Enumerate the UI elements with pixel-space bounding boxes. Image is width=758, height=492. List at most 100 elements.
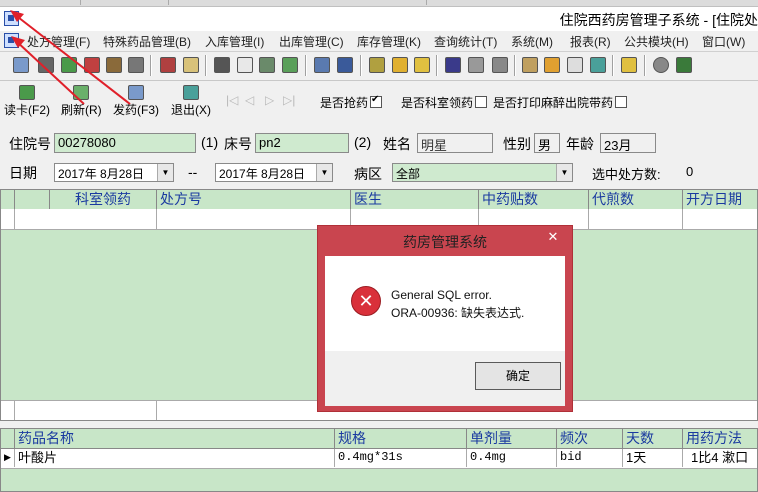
toolbar-clipboard-icon[interactable]: [259, 57, 275, 73]
usage-cell[interactable]: 1比4 漱口: [683, 449, 757, 467]
toolbar-bell-icon[interactable]: [392, 57, 408, 73]
patient-name-label: 姓名: [383, 136, 411, 152]
toolbar-window-icon[interactable]: [337, 57, 353, 73]
grid-cell[interactable]: [15, 401, 157, 420]
dept-drug-checkbox[interactable]: 是否科室领药: [401, 94, 488, 111]
read-card-button[interactable]: 读卡(F2): [4, 85, 50, 118]
menu-system[interactable]: 系统(M): [511, 33, 553, 50]
toolbar-check-icon[interactable]: [61, 57, 77, 73]
header-doctor[interactable]: 医生: [351, 190, 479, 209]
spec-cell[interactable]: 0.4mg*31s: [335, 449, 467, 467]
toolbar-tools-icon[interactable]: [492, 57, 508, 73]
app-icon[interactable]: [4, 11, 19, 26]
header-frequency[interactable]: 频次: [557, 429, 623, 448]
window-tab[interactable]: [80, 0, 169, 5]
toolbar-jar-icon[interactable]: [445, 57, 461, 73]
action-bar: 读卡(F2) 刷新(R) 发药(F3) 退出(X) |◁ ◁ ▷ ▷| 是否抢药…: [0, 81, 758, 121]
chevron-down-icon[interactable]: ▼: [157, 164, 173, 181]
toolbar-print-icon[interactable]: [128, 57, 144, 73]
table-row[interactable]: ▶ 叶酸片 0.4mg*31s 0.4mg bid 1天 1比4 漱口: [1, 449, 757, 469]
toolbar-report-icon[interactable]: [160, 57, 176, 73]
toolbar-document-icon[interactable]: [214, 57, 230, 73]
grid-cell[interactable]: [589, 209, 683, 229]
dialog-body: ✕ General SQL error. ORA-00936: 缺失表达式. 确…: [325, 256, 565, 406]
date-to-picker[interactable]: 2017年 8月28日 ▼: [215, 163, 333, 182]
toolbar-note-icon[interactable]: [414, 57, 430, 73]
header-usage[interactable]: 用药方法: [683, 429, 757, 448]
grab-drug-check-mark[interactable]: [370, 94, 383, 108]
row-indicator-header: [1, 429, 15, 448]
header-spec[interactable]: 规格: [335, 429, 467, 448]
header-prescription-no[interactable]: 处方号: [157, 190, 351, 209]
menu-outbound[interactable]: 出库管理(C): [279, 33, 344, 50]
error-message-line1: General SQL error.: [391, 288, 492, 302]
refresh-button[interactable]: 刷新(R): [61, 85, 102, 118]
ward-value: 全部: [396, 167, 421, 181]
drug-name-cell[interactable]: 叶酸片: [15, 449, 335, 467]
header-decoct-count[interactable]: 代煎数: [589, 190, 683, 209]
drug-detail-grid[interactable]: 药品名称 规格 单剂量 频次 天数 用药方法 ▶ 叶酸片 0.4mg*31s 0…: [0, 428, 758, 492]
toolbar-separator: [436, 55, 438, 76]
menu-window[interactable]: 窗口(W): [702, 33, 745, 50]
header-herb-count[interactable]: 中药贴数: [479, 190, 589, 209]
sex-field: 男: [534, 133, 560, 153]
prescription-grid-header: 科室领药 处方号 医生 中药贴数 代煎数 开方日期: [1, 190, 757, 210]
toolbar-search-icon[interactable]: [567, 57, 583, 73]
next-record-icon[interactable]: ▷: [265, 93, 274, 107]
chevron-down-icon[interactable]: ▼: [556, 164, 572, 181]
toolbar-bottle-icon[interactable]: [38, 57, 54, 73]
menu-inventory[interactable]: 库存管理(K): [357, 33, 421, 50]
toolbar-checkmark-icon[interactable]: [237, 57, 253, 73]
chevron-down-icon[interactable]: ▼: [316, 164, 332, 181]
toolbar-notebook-icon[interactable]: [369, 57, 385, 73]
menu-inbound[interactable]: 入库管理(I): [205, 33, 264, 50]
header-days[interactable]: 天数: [623, 429, 683, 448]
child-window-icon[interactable]: [4, 33, 19, 48]
menu-public-module[interactable]: 公共模块(H): [624, 33, 689, 50]
toolbar-pills-icon[interactable]: [468, 57, 484, 73]
header-dept-drug[interactable]: 科室领药: [50, 190, 157, 209]
menu-prescription[interactable]: 处方管理(F): [27, 33, 90, 50]
dispense-button[interactable]: 发药(F3): [113, 85, 159, 118]
toolbar-card-icon[interactable]: [183, 57, 199, 73]
exit-button[interactable]: 退出(X): [171, 85, 211, 118]
single-dose-cell[interactable]: 0.4mg: [467, 449, 557, 467]
date-from-picker[interactable]: 2017年 8月28日 ▼: [54, 163, 174, 182]
grid-cell[interactable]: [15, 209, 157, 229]
header-single-dose[interactable]: 单剂量: [467, 429, 557, 448]
toolbar-arrow-icon[interactable]: [282, 57, 298, 73]
menu-special-drugs[interactable]: 特殊药品管理(B): [103, 33, 191, 50]
bed-no-field[interactable]: pn2: [255, 133, 349, 153]
anesthesia-print-checkbox[interactable]: 是否打印麻醉出院带药: [493, 94, 628, 111]
admission-no-field[interactable]: 00278080: [54, 133, 196, 153]
toolbar-close-icon[interactable]: [590, 57, 606, 73]
first-record-icon[interactable]: |◁: [226, 93, 238, 107]
toolbar-binoculars-icon[interactable]: [106, 57, 122, 73]
ward-select[interactable]: 全部 ▼: [392, 163, 573, 182]
last-record-icon[interactable]: ▷|: [283, 93, 295, 107]
prev-record-icon[interactable]: ◁: [245, 93, 254, 107]
selected-count-label: 选中处方数:: [592, 167, 661, 182]
toolbar-thermometer-icon[interactable]: [544, 57, 560, 73]
window-tab[interactable]: [168, 0, 427, 5]
toolbar-monitor-icon[interactable]: [13, 57, 29, 73]
toolbar-stop-icon[interactable]: [653, 57, 669, 73]
header-prescribe-date[interactable]: 开方日期: [683, 190, 757, 209]
frequency-cell[interactable]: bid: [557, 449, 623, 467]
menu-query-stats[interactable]: 查询统计(T): [434, 33, 497, 50]
anesthesia-print-check-box[interactable]: [615, 96, 628, 108]
dept-drug-check-box[interactable]: [475, 96, 488, 108]
close-icon[interactable]: ✕: [542, 229, 564, 245]
grab-drug-checkbox[interactable]: 是否抢药: [320, 94, 383, 111]
menu-reports[interactable]: 报表(R): [570, 33, 611, 50]
toolbar-folder-icon[interactable]: [621, 57, 637, 73]
toolbar-box-icon[interactable]: [522, 57, 538, 73]
ok-button[interactable]: 确定: [475, 362, 561, 390]
toolbar-form-icon[interactable]: [314, 57, 330, 73]
window-tab[interactable]: [0, 0, 81, 5]
header-drug-name[interactable]: 药品名称: [15, 429, 335, 448]
date-to-value: 2017年 8月28日: [219, 167, 306, 181]
toolbar-screen-icon[interactable]: [676, 57, 692, 73]
days-cell[interactable]: 1天: [623, 449, 683, 467]
toolbar-list-icon[interactable]: [84, 57, 100, 73]
